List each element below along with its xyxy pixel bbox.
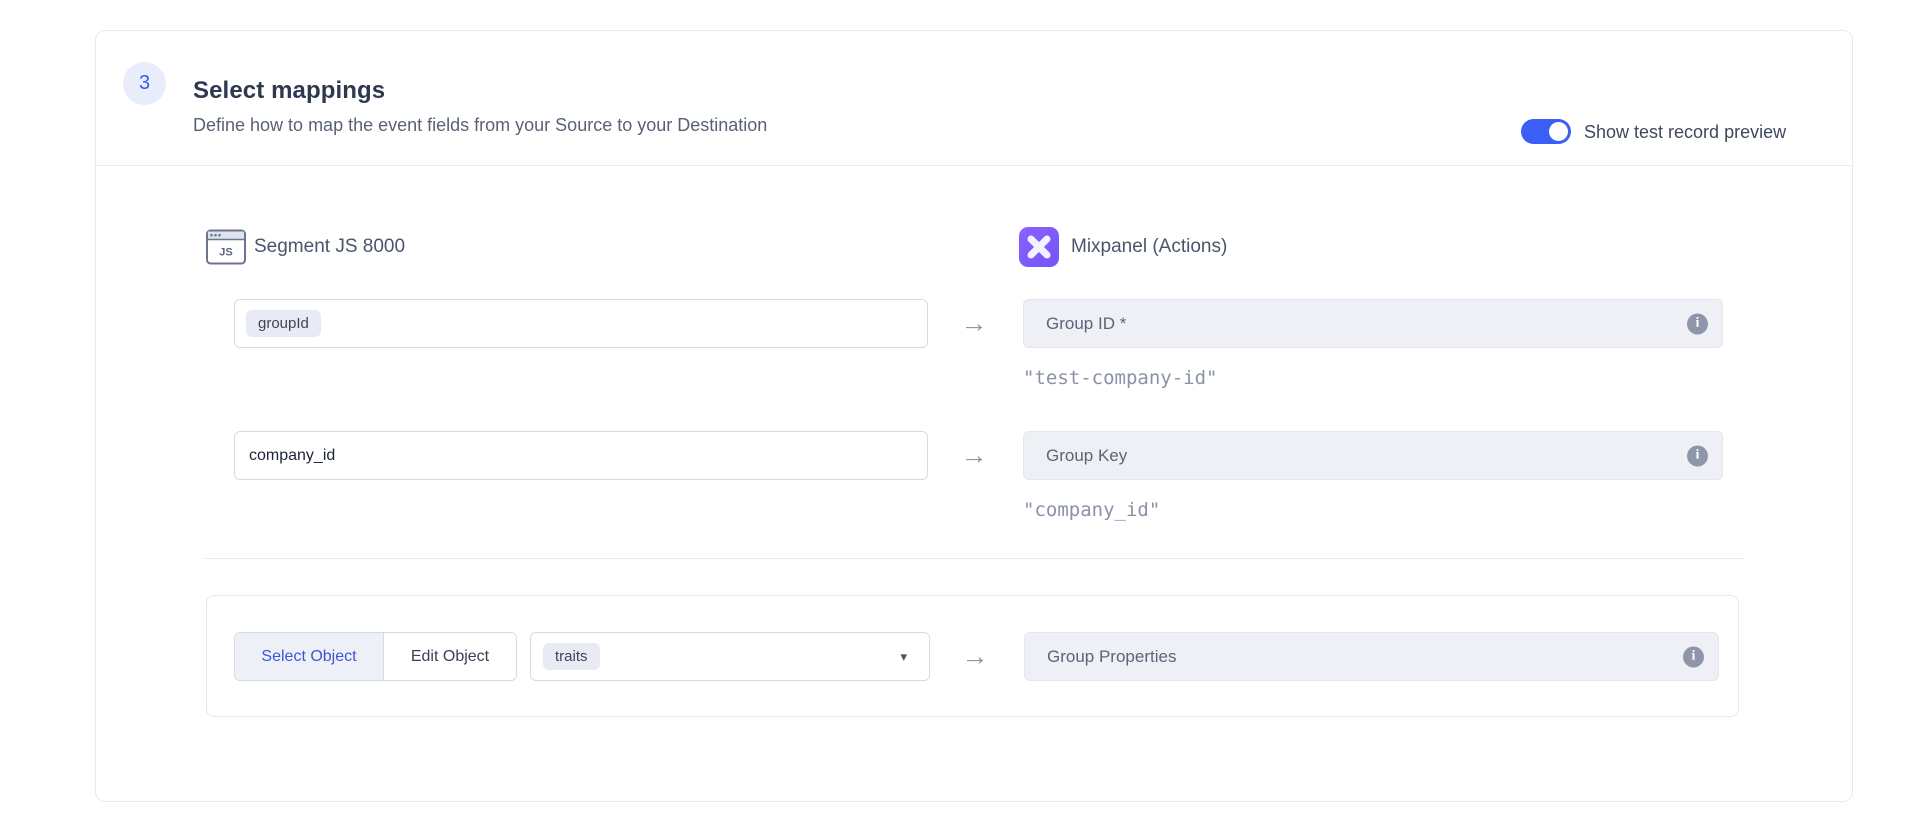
step-number-badge: 3 (123, 62, 166, 105)
destination-field-label: Group Properties (1047, 647, 1176, 667)
destination-field: Group ID * i (1023, 299, 1723, 348)
page-title: Select mappings (193, 77, 385, 105)
section-divider (205, 558, 1744, 559)
info-icon[interactable]: i (1687, 313, 1708, 334)
arrow-right-icon: → (952, 431, 996, 480)
destination-field-label: Group Key (1046, 446, 1127, 466)
object-mapping-card: Select Object Edit Object traits ▾ → Gro… (206, 595, 1739, 717)
object-mode-button-group: Select Object Edit Object (234, 632, 517, 681)
info-icon[interactable]: i (1687, 445, 1708, 466)
destination-field: Group Key i (1023, 431, 1723, 480)
toggle-label: Show test record preview (1584, 122, 1786, 143)
select-mappings-card: 3 Select mappings Define how to map the … (95, 30, 1853, 802)
test-record-preview-value: "company_id" (1023, 499, 1160, 521)
source-field-input[interactable]: company_id (234, 431, 928, 480)
source-name: Segment JS 8000 (254, 236, 405, 258)
show-test-record-toggle[interactable] (1521, 119, 1571, 144)
source-field-input[interactable]: groupId (234, 299, 928, 348)
info-icon[interactable]: i (1683, 646, 1704, 667)
arrow-right-icon: → (953, 632, 997, 681)
destination-field-label: Group ID * (1046, 314, 1126, 334)
chevron-down-icon: ▾ (900, 649, 907, 665)
source-icon-js-text: JS (219, 247, 232, 259)
object-source-select[interactable]: traits ▾ (530, 632, 930, 681)
source-field-text: company_id (249, 447, 335, 465)
source-field-chip[interactable]: groupId (246, 310, 321, 337)
page-subtitle: Define how to map the event fields from … (193, 115, 767, 136)
object-source-chip[interactable]: traits (543, 643, 600, 670)
destination-field: Group Properties i (1024, 632, 1719, 681)
source-browser-js-icon: JS (206, 229, 246, 270)
arrow-right-icon: → (952, 299, 996, 348)
edit-object-button[interactable]: Edit Object (384, 633, 516, 680)
mixpanel-icon (1019, 227, 1059, 267)
header-divider (96, 165, 1852, 166)
toggle-knob-icon (1549, 122, 1568, 141)
test-record-preview-value: "test-company-id" (1023, 367, 1217, 389)
destination-name: Mixpanel (Actions) (1071, 236, 1227, 258)
select-object-button[interactable]: Select Object (235, 633, 384, 680)
